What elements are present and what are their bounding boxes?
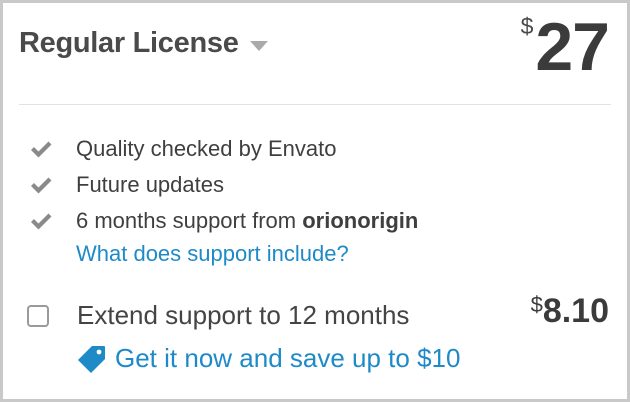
feature-list: Quality checked by Envato Future updates…	[29, 131, 418, 239]
checkmark-icon	[31, 177, 52, 194]
checkmark-icon	[31, 213, 52, 230]
extend-support-checkbox[interactable]	[27, 304, 49, 327]
price-currency: $	[520, 13, 534, 39]
feature-item: 6 months support from orionorigin	[29, 203, 418, 239]
divider	[19, 104, 611, 105]
feature-text: 6 months support from orionorigin	[76, 208, 418, 234]
extend-support-price: $ 8.10	[531, 291, 609, 331]
extend-price-currency: $	[530, 292, 543, 317]
extend-support-label: Extend support to 12 months	[77, 300, 410, 330]
checkmark-icon	[31, 141, 52, 158]
price-tag-icon	[78, 345, 105, 373]
feature-text: Future updates	[76, 172, 224, 197]
extend-support-option[interactable]: Extend support to 12 months	[27, 300, 409, 331]
license-price: $ 27	[520, 9, 610, 85]
license-title: Regular License	[19, 27, 239, 59]
extend-price-amount: 8.10	[542, 292, 609, 330]
feature-text-main: 6 months support from	[76, 208, 303, 233]
caret-down-icon	[249, 40, 268, 51]
price-amount: 27	[535, 9, 610, 85]
feature-item: Future updates	[29, 167, 418, 203]
feature-item: Quality checked by Envato	[29, 131, 418, 167]
save-offer-link[interactable]: Get it now and save up to $10	[77, 343, 460, 374]
license-card: Regular License $ 27 Quality checked by …	[0, 0, 630, 402]
save-offer-text: Get it now and save up to $10	[115, 343, 461, 373]
support-info-link[interactable]: What does support include?	[76, 241, 349, 267]
author-name: orionorigin	[302, 208, 419, 233]
license-type-dropdown[interactable]: Regular License	[19, 27, 268, 60]
feature-text: Quality checked by Envato	[76, 136, 337, 161]
